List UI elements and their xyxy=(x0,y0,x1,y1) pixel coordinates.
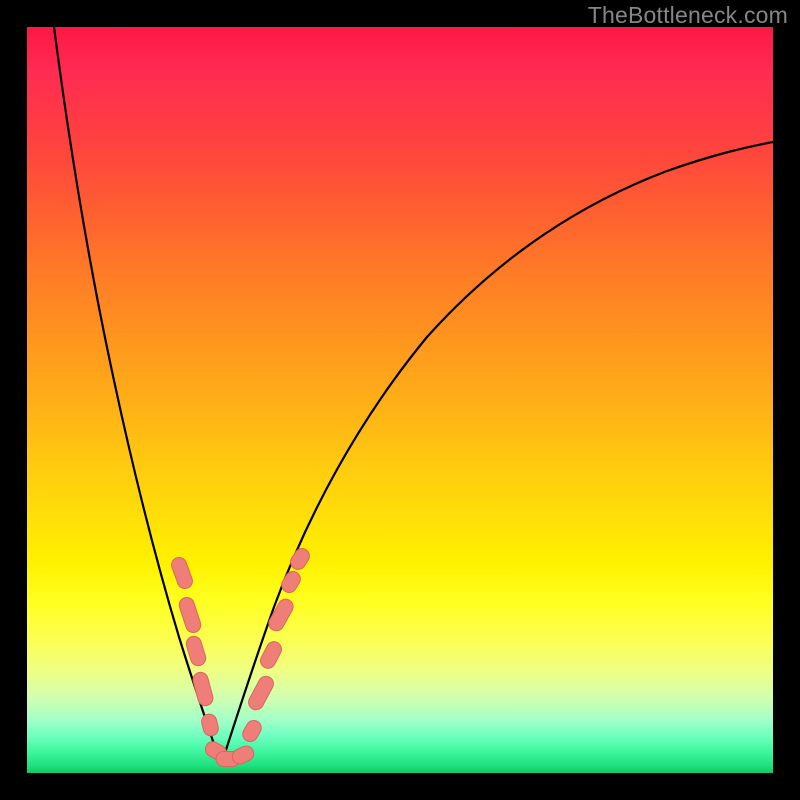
chart-frame xyxy=(27,27,773,773)
pill-marker xyxy=(177,596,202,635)
pill-marker xyxy=(169,555,194,590)
marker-group xyxy=(169,546,312,767)
pill-marker xyxy=(288,546,313,573)
pill-marker xyxy=(200,713,220,738)
pill-marker xyxy=(191,671,214,708)
pill-marker xyxy=(246,674,276,713)
watermark-text: TheBottleneck.com xyxy=(588,2,788,29)
pill-marker xyxy=(240,718,264,745)
curve-svg xyxy=(27,27,773,773)
bottleneck-curve-right xyxy=(221,142,773,765)
pill-marker xyxy=(279,569,303,596)
